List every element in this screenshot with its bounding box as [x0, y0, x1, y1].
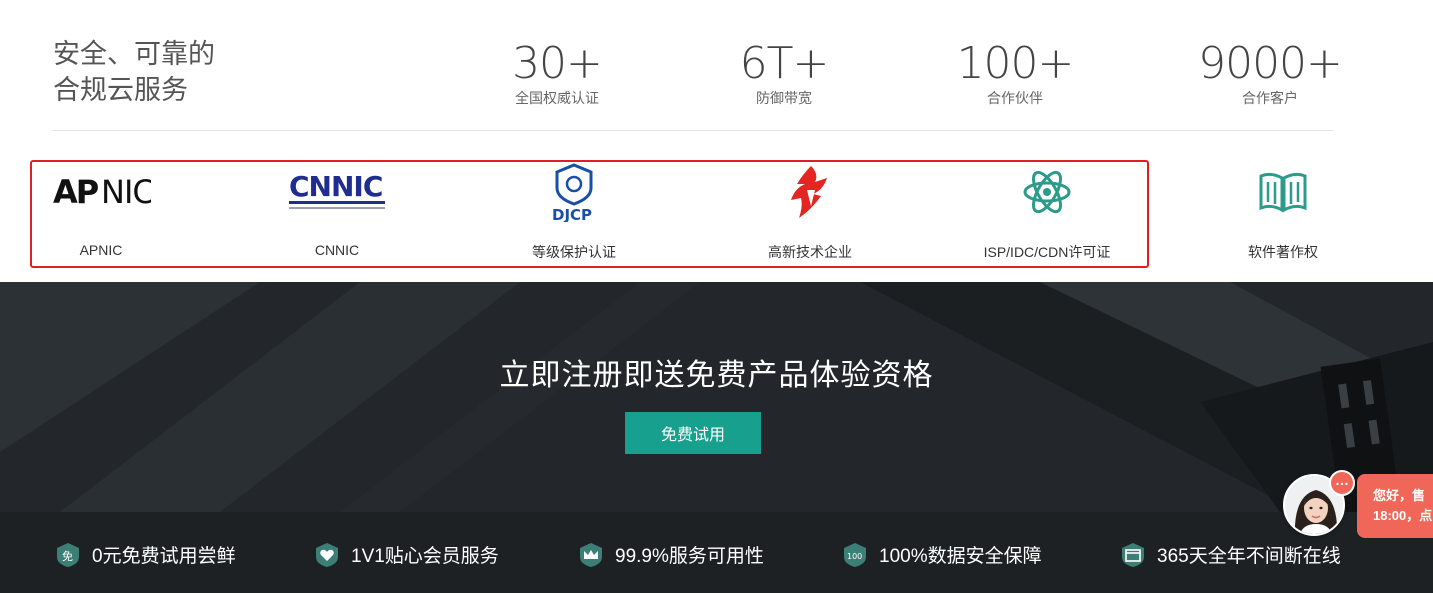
stat-label: 合作伙伴	[987, 90, 1043, 106]
cert-name: 高新技术企业	[768, 244, 852, 260]
atom-icon	[957, 162, 1137, 222]
high-tech-logo	[720, 162, 900, 222]
cert-name: ISP/IDC/CDN许可证	[983, 244, 1111, 260]
stat-certifications: 30+ 全国权威认证	[467, 40, 647, 108]
tagline-line-2: 合规云服务	[53, 75, 188, 105]
cert-cnnic: CNNIC CNNIC	[247, 162, 427, 258]
stat-value: 9000+	[1198, 38, 1343, 89]
shield-100-icon: 100	[842, 542, 868, 568]
chat-bubble[interactable]: 您好，售 18:00，点	[1357, 474, 1433, 538]
cert-djcp: DJCP 等级保护认证	[484, 162, 664, 262]
svg-text:CNNIC: CNNIC	[289, 170, 382, 203]
svg-text:AP: AP	[53, 173, 99, 211]
free-icon: 免	[55, 542, 81, 568]
banner-title: 立即注册即送免费产品体验资格	[499, 359, 934, 392]
stat-value: 6T+	[739, 38, 830, 89]
chat-greeting-line-2: 18:00，点	[1373, 508, 1433, 523]
divider	[53, 130, 1333, 131]
feature-availability: 99.9%服务可用性	[578, 541, 764, 568]
free-trial-button[interactable]: 免费试用	[625, 412, 761, 454]
svg-text:100: 100	[847, 552, 862, 561]
stat-partners: 100+ 合作伙伴	[925, 40, 1105, 108]
feature-data-security: 100 100%数据安全保障	[842, 541, 1042, 568]
feature-label: 1V1贴心会员服务	[351, 546, 499, 567]
cert-high-tech: 高新技术企业	[720, 162, 900, 262]
stat-customers: 9000+ 合作客户	[1180, 40, 1360, 108]
chat-greeting-line-1: 您好，售	[1373, 488, 1426, 503]
book-icon	[1193, 162, 1373, 222]
cert-name: CNNIC	[314, 242, 360, 258]
features-bar: 免 0元免费试用尝鲜 1V1贴心会员服务 99.9%服务可用性 100 100%…	[0, 512, 1433, 593]
djcp-logo: DJCP	[484, 162, 664, 222]
crown-icon	[578, 542, 604, 568]
feature-label: 0元免费试用尝鲜	[92, 546, 236, 567]
feature-label: 365天全年不间断在线	[1157, 546, 1341, 567]
tagline-line-1: 安全、可靠的	[53, 39, 215, 69]
svg-text:NIC: NIC	[101, 173, 151, 211]
calendar-icon	[1120, 542, 1146, 568]
cert-name: 等级保护认证	[532, 244, 616, 260]
stat-label: 合作客户	[1242, 90, 1298, 106]
cert-software-copyright: 软件著作权	[1193, 162, 1373, 262]
feature-member-service: 1V1贴心会员服务	[314, 541, 499, 568]
chat-widget[interactable]: 您好，售 18:00，点 …	[1283, 470, 1433, 540]
cert-name: 软件著作权	[1248, 244, 1318, 260]
cert-name: APNIC	[79, 242, 123, 258]
stat-value: 100+	[956, 38, 1075, 89]
stat-bandwidth: 6T+ 防御带宽	[694, 40, 874, 108]
tagline: 安全、可靠的 合规云服务	[53, 36, 215, 108]
cert-apnic: AP NIC APNIC	[11, 162, 191, 258]
heart-icon	[314, 542, 340, 568]
stats-section: 安全、可靠的 合规云服务 30+ 全国权威认证 6T+ 防御带宽 100+ 合作…	[0, 0, 1433, 132]
feature-free-trial: 免 0元免费试用尝鲜	[55, 541, 236, 568]
signup-banner: 立即注册即送免费产品体验资格 免费试用	[0, 282, 1433, 512]
stat-label: 全国权威认证	[515, 90, 599, 106]
svg-text:免: 免	[62, 549, 73, 563]
feature-always-online: 365天全年不间断在线	[1120, 541, 1341, 568]
stat-value: 30+	[512, 38, 603, 89]
feature-label: 99.9%服务可用性	[615, 546, 764, 567]
svg-text:DJCP: DJCP	[552, 206, 592, 222]
stat-label: 防御带宽	[756, 90, 812, 106]
cnnic-logo: CNNIC	[247, 162, 427, 222]
apnic-logo: AP NIC	[11, 162, 191, 222]
certifications-section: AP NIC APNIC CNNIC CNNIC DJCP 等级保护认证 高新技…	[0, 150, 1433, 275]
cert-isp-license: ISP/IDC/CDN许可证	[957, 162, 1137, 262]
page: 安全、可靠的 合规云服务 30+ 全国权威认证 6T+ 防御带宽 100+ 合作…	[0, 0, 1433, 593]
chat-more-icon[interactable]: …	[1329, 470, 1355, 496]
feature-label: 100%数据安全保障	[879, 546, 1042, 567]
banner-background	[0, 282, 1433, 512]
